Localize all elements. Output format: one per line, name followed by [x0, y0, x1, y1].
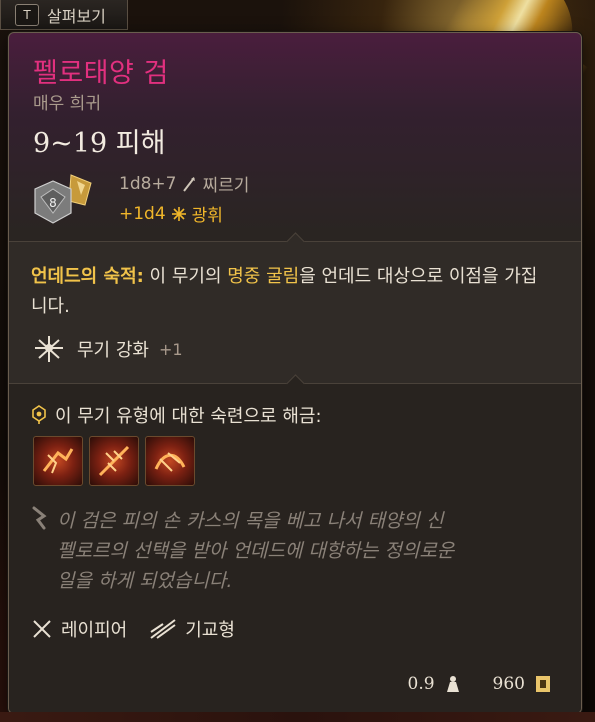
die-value: 8 [49, 196, 57, 210]
weapon-type-label: 레이피어 [61, 620, 128, 641]
item-damage: 9~19 피해 [33, 128, 166, 159]
base-type: 찌르기 [202, 176, 250, 196]
lore-text: 이 검은 피의 손 카스의 목을 베고 나서 태양의 신 펠로르의 선택을 받아… [57, 510, 455, 592]
item-name: 펠로태양 검 [33, 58, 169, 89]
tag-weapon-type: 레이피어 [31, 616, 127, 642]
quill-icon [32, 506, 47, 530]
piercing-icon [183, 176, 196, 192]
weapon-boost-value: +1 [158, 339, 183, 359]
weapon-action-3[interactable] [145, 436, 195, 486]
passive-section: 언데드의 숙적: 이 무기의 명중 굴림을 언데드 대상으로 이점을 가집니다.… [9, 232, 581, 384]
base-damage-line: 1d8+7 찌르기 [119, 171, 250, 197]
inspect-key: T [15, 3, 39, 26]
weight-value: 0.9 [407, 674, 435, 694]
passive-description: 언데드의 숙적: 이 무기의 명중 굴림을 언데드 대상으로 이점을 가집니다. [31, 262, 551, 322]
weapon-action-1[interactable] [33, 436, 83, 486]
dice-icon: 8 [33, 171, 103, 229]
weapon-actions [33, 436, 195, 486]
header-section: 펠로태양 검 매우 희귀 9~19 피해 8 1d8+7 찌르기 +1d4 광휘 [9, 33, 581, 241]
tag-property: 기교형 [149, 616, 235, 642]
item-tooltip: 펠로태양 검 매우 희귀 9~19 피해 8 1d8+7 찌르기 +1d4 광휘… [8, 32, 582, 714]
bonus-type: 광휘 [191, 206, 223, 226]
weapon-boost: 무기 강화 +1 [31, 334, 183, 364]
finesse-icon [150, 619, 176, 639]
passive-name: 언데드의 숙적: [31, 266, 144, 287]
rapier-icon [33, 620, 51, 638]
weight-icon [446, 676, 459, 692]
lore-block: 이 검은 피의 손 카스의 목을 베고 나서 태양의 신 펠로르의 선택을 받아… [31, 506, 551, 596]
price-value: 960 [492, 674, 525, 694]
proficiency-label: 이 무기 유형에 대한 숙련으로 해금: [55, 406, 322, 427]
radiant-icon [171, 206, 186, 221]
bonus-damage-line: +1d4 광휘 [119, 201, 223, 227]
bottom-ui-strip [0, 712, 595, 722]
flourish-action-icon [42, 448, 74, 474]
proficiency-section: 이 무기 유형에 대한 숙련으로 해금: 이 검은 피의 손 카스의 목을 베고… [9, 374, 581, 713]
inspect-label: 살펴보기 [47, 6, 106, 26]
passive-highlight: 명중 굴림 [227, 266, 300, 287]
weapon-tags: 레이피어 기교형 [31, 616, 235, 642]
thrust-action-icon [98, 445, 130, 477]
passive-text-a: 이 무기의 [143, 266, 228, 287]
weapon-boost-label: 무기 강화 [77, 340, 149, 361]
weapon-action-2[interactable] [89, 436, 139, 486]
item-rarity: 매우 희귀 [33, 94, 101, 114]
proficiency-header: 이 무기 유형에 대한 숙련으로 해금: [31, 402, 322, 428]
gold-coin-icon [536, 676, 550, 692]
item-footer: 0.9 960 [408, 674, 552, 694]
weapon-enchant-icon [35, 336, 63, 362]
unlock-icon [32, 405, 46, 424]
base-roll: 1d8+7 [119, 173, 177, 194]
inspect-button[interactable]: T 살펴보기 [0, 0, 128, 30]
slash-action-icon [154, 452, 186, 472]
bonus-roll: +1d4 [119, 203, 166, 224]
property-label: 기교형 [185, 620, 235, 641]
